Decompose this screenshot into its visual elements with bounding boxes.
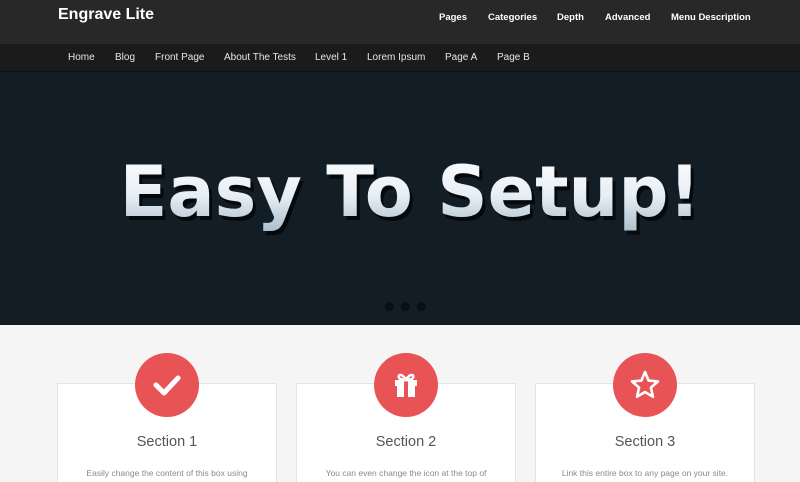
secondary-nav: Home Blog Front Page About The Tests Lev…	[0, 44, 800, 72]
top-menu-depth[interactable]: Depth	[557, 12, 584, 23]
slider-dot-3[interactable]	[417, 302, 426, 311]
slider-dot-2[interactable]	[401, 302, 410, 311]
slider-dot-1[interactable]	[385, 302, 394, 311]
subnav-item-level-1[interactable]: Level 1	[315, 52, 347, 63]
top-menu-categories[interactable]: Categories	[488, 12, 537, 23]
checkmark-icon	[153, 375, 181, 396]
subnav-item-front-page[interactable]: Front Page	[155, 52, 204, 63]
subnav-item-home[interactable]: Home	[68, 52, 95, 63]
feature-title-1: Section 1	[136, 434, 198, 450]
feature-title-2: Section 2	[375, 434, 437, 450]
feature-text-3: Link this entire box to any page on your…	[561, 468, 729, 478]
subnav-item-blog[interactable]: Blog	[115, 52, 135, 63]
feature-text-2: You can even change the icon at the top …	[325, 468, 487, 478]
subnav-item-about-the-tests[interactable]: About The Tests	[224, 52, 296, 63]
top-menu-pages[interactable]: Pages	[439, 12, 467, 23]
hero-slide: Easy To Setup! Easy To Setup!	[120, 151, 704, 237]
feature-title-3: Section 3	[614, 434, 676, 450]
feature-text-1: Easily change the content of this box us…	[86, 468, 248, 478]
top-menu: Pages Categories Depth Advanced Menu Des…	[0, 12, 800, 26]
feature-icon-badge-2	[374, 353, 438, 417]
subnav-item-lorem-ipsum[interactable]: Lorem Ipsum	[367, 52, 425, 63]
feature-icon-badge-3	[613, 353, 677, 417]
top-menu-menu-description[interactable]: Menu Description	[671, 12, 751, 23]
hero-slider[interactable]: Easy To Setup! Easy To Setup!	[0, 72, 800, 325]
subnav-item-page-b[interactable]: Page B	[497, 52, 530, 63]
feature-icon-badge-1	[135, 353, 199, 417]
gift-icon	[395, 373, 417, 397]
features-section: Section 1 Section 2 Section 3 Easily cha…	[0, 325, 800, 482]
top-menu-advanced[interactable]: Advanced	[605, 12, 650, 23]
subnav-item-page-a[interactable]: Page A	[445, 52, 477, 63]
star-icon	[630, 370, 660, 399]
hero-headline: Easy To Setup!	[120, 151, 701, 233]
top-header: Engrave Lite Pages Categories Depth Adva…	[0, 0, 800, 44]
